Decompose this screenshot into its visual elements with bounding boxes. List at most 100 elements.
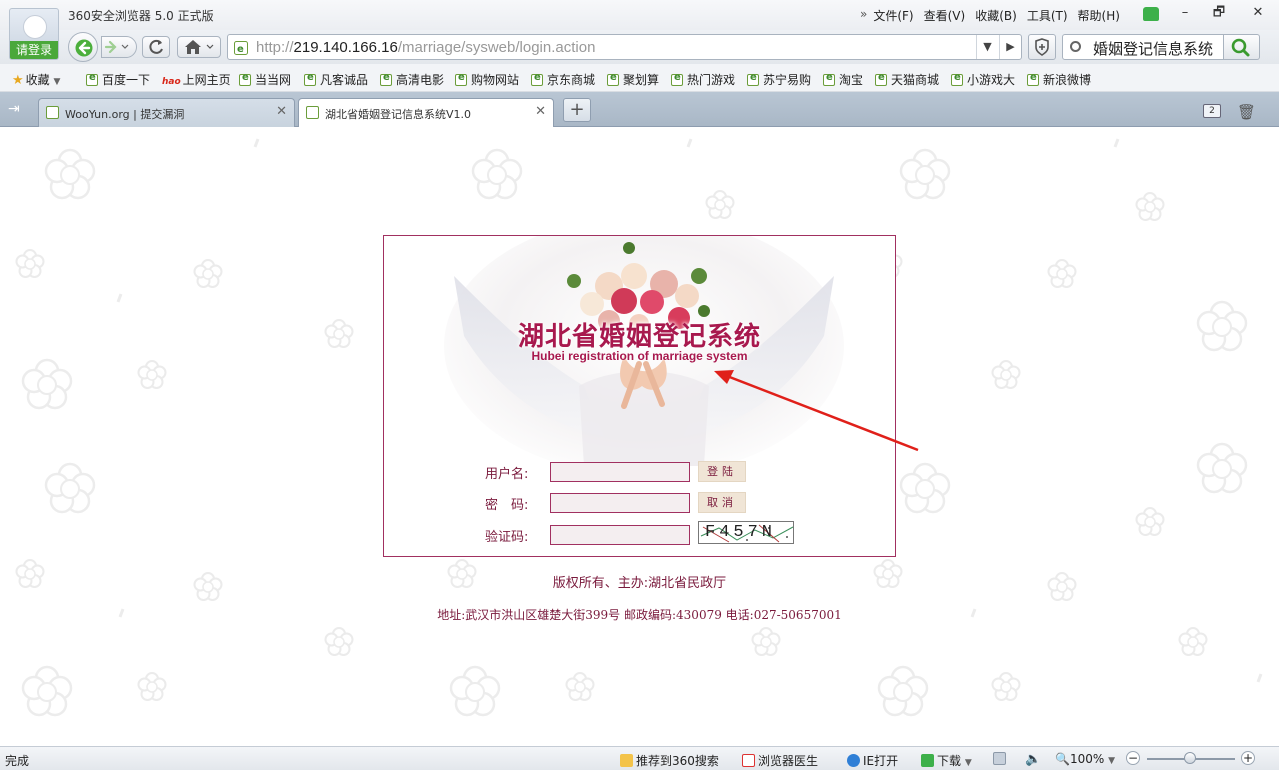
ie-icon — [380, 72, 392, 86]
title-bar: 360安全浏览器 5.0 正式版 » 文件(F) 查看(V) 收藏(B) 工具(… — [0, 0, 1279, 30]
menu-file[interactable]: 文件(F) — [873, 7, 913, 24]
bookmark-item[interactable]: 高清电影 — [380, 71, 444, 88]
bookmark-item[interactable]: 购物网站 — [455, 71, 519, 88]
bookmark-item[interactable]: 当当网 — [239, 71, 291, 88]
bookmark-item[interactable]: 京东商城 — [531, 71, 595, 88]
bookmark-item[interactable]: 新浪微博 — [1027, 71, 1091, 88]
username-label: 用户名: — [485, 467, 529, 482]
zoom-menu[interactable]: 🔍100% ▼ — [1055, 752, 1115, 766]
forward-button[interactable] — [101, 36, 137, 58]
cancel-button[interactable]: 取消 — [698, 492, 746, 513]
password-label: 密 码: — [485, 498, 529, 513]
new-tab-button[interactable]: + — [563, 98, 591, 122]
bookmark-favorites[interactable]: ★ 收藏 ▼ — [12, 71, 60, 88]
bookmark-item[interactable]: 百度一下 — [86, 71, 150, 88]
restore-button[interactable]: 🗗 — [1206, 4, 1232, 22]
shield-icon — [1035, 38, 1049, 56]
captcha-label: 验证码: — [485, 530, 529, 545]
address-url[interactable]: http://219.140.166.16/marriage/sysweb/lo… — [256, 39, 595, 56]
page-favicon-icon: e — [234, 41, 248, 55]
menu-view[interactable]: 查看(V) — [924, 7, 966, 24]
home-icon — [185, 40, 214, 54]
user-login-avatar[interactable]: 请登录 — [9, 8, 59, 60]
tab-bar: ⇥ WooYun.org | 提交漏洞 ✕ 湖北省婚姻登记信息系统V1.0 ✕ — [0, 92, 1279, 128]
ie-icon — [531, 72, 543, 86]
star-icon: ★ — [12, 73, 24, 88]
bookmark-item[interactable]: 小游戏大 — [951, 71, 1015, 88]
volume-icon[interactable]: 🔈 — [1025, 752, 1041, 767]
bookmark-item[interactable]: 聚划算 — [607, 71, 659, 88]
ie-icon — [747, 72, 759, 86]
tab-title: WooYun.org | 提交漏洞 — [65, 108, 185, 121]
system-subtitle: Hubei registration of marriage system — [531, 349, 748, 363]
screen-icon[interactable] — [993, 752, 1009, 766]
close-window-button[interactable]: ✕ — [1245, 4, 1271, 22]
password-input[interactable] — [550, 493, 690, 513]
captcha-input[interactable] — [550, 525, 690, 545]
address-dropdown-button[interactable]: ▼ — [976, 35, 998, 59]
ie-icon — [671, 72, 683, 86]
security-shield-button[interactable] — [1028, 34, 1056, 60]
bookmark-item[interactable]: hao 上网主页 — [162, 71, 231, 88]
download-button[interactable]: 下载 ▼ — [921, 752, 972, 769]
back-button[interactable] — [68, 32, 98, 62]
status-bar: 完成 推荐到360搜索 浏览器医生 IE打开 下载 ▼ 🔈 🔍100% ▼ − … — [0, 746, 1279, 770]
copyright-text: 版权所有、主办:湖北省民政厅 — [552, 576, 727, 591]
closed-tabs-count[interactable]: 2 — [1203, 104, 1221, 118]
username-input[interactable] — [550, 462, 690, 482]
menu-overflow-icon[interactable]: » — [860, 7, 867, 24]
sidebar-toggle-icon[interactable]: ⇥ — [8, 102, 26, 116]
ie-icon — [875, 72, 887, 86]
status-text: 完成 — [5, 754, 30, 768]
home-button[interactable] — [177, 36, 221, 58]
refresh-icon — [149, 39, 163, 54]
magnifier-icon: 🔍 — [1055, 752, 1070, 766]
minimize-button[interactable]: – — [1172, 4, 1198, 22]
ie-icon — [455, 72, 467, 86]
skin-shirt-icon[interactable] — [1143, 7, 1159, 21]
recommend-360-search-button[interactable]: 推荐到360搜索 — [620, 752, 719, 769]
tab-marriage-system[interactable]: 湖北省婚姻登记信息系统V1.0 ✕ — [298, 98, 554, 128]
system-title: 湖北省婚姻登记系统 — [517, 322, 761, 352]
ie-icon — [607, 72, 619, 86]
ie-icon — [86, 72, 98, 86]
bookmark-item[interactable]: 凡客诚品 — [304, 71, 368, 88]
bookmark-item[interactable]: 淘宝 — [823, 71, 863, 88]
page-content: 湖北省婚姻登记系统 Hubei registration of marriage… — [0, 127, 1279, 746]
app-title: 360安全浏览器 5.0 正式版 — [68, 9, 214, 23]
address-text: 地址:武汉市洪山区雄楚大街399号 邮政编码:430079 电话:027-506… — [437, 608, 842, 622]
navigation-bar: e http://219.140.166.16/marriage/sysweb/… — [0, 30, 1279, 64]
menu-help[interactable]: 帮助(H) — [1078, 7, 1120, 24]
tab-wooyun[interactable]: WooYun.org | 提交漏洞 ✕ — [38, 98, 295, 127]
zoom-out-button[interactable]: − — [1126, 751, 1140, 765]
bookmark-item[interactable]: 苏宁易购 — [747, 71, 811, 88]
search-input[interactable]: 婚姻登记信息系统 — [1093, 38, 1221, 59]
trash-icon[interactable]: 🗑 — [1237, 103, 1256, 121]
go-button[interactable]: ▶ — [999, 35, 1021, 59]
search-box[interactable]: 婚姻登记信息系统 — [1062, 34, 1224, 60]
tab-close-icon[interactable]: ✕ — [535, 104, 546, 119]
login-panel: 湖北省婚姻登记系统 Hubei registration of marriage… — [383, 235, 896, 557]
captcha-text: F457N — [705, 523, 777, 542]
browser-doctor-button[interactable]: 浏览器医生 — [742, 752, 818, 769]
zoom-slider-thumb[interactable] — [1184, 752, 1196, 764]
search-engine-icon[interactable] — [1070, 41, 1081, 52]
menu-tools[interactable]: 工具(T) — [1027, 7, 1068, 24]
login-button[interactable]: 登陆 — [698, 461, 746, 482]
captcha-image[interactable]: F457N — [698, 521, 794, 544]
bookmark-item[interactable]: 热门游戏 — [671, 71, 735, 88]
svg-text:e: e — [237, 44, 244, 55]
ie-icon — [304, 72, 316, 86]
search-button[interactable] — [1224, 34, 1260, 60]
refresh-button[interactable] — [142, 36, 170, 58]
ie-open-button[interactable]: IE打开 — [847, 752, 898, 769]
menu-favorites[interactable]: 收藏(B) — [975, 7, 1017, 24]
zoom-in-button[interactable]: + — [1241, 751, 1255, 765]
tab-title: 湖北省婚姻登记信息系统V1.0 — [325, 108, 472, 121]
tab-close-icon[interactable]: ✕ — [276, 104, 287, 119]
address-bar[interactable]: e http://219.140.166.16/marriage/sysweb/… — [227, 34, 1022, 60]
ie-icon — [823, 72, 835, 86]
bookmark-item[interactable]: 天猫商城 — [875, 71, 939, 88]
download-arrow-icon — [921, 754, 934, 767]
ie-icon — [951, 72, 963, 86]
